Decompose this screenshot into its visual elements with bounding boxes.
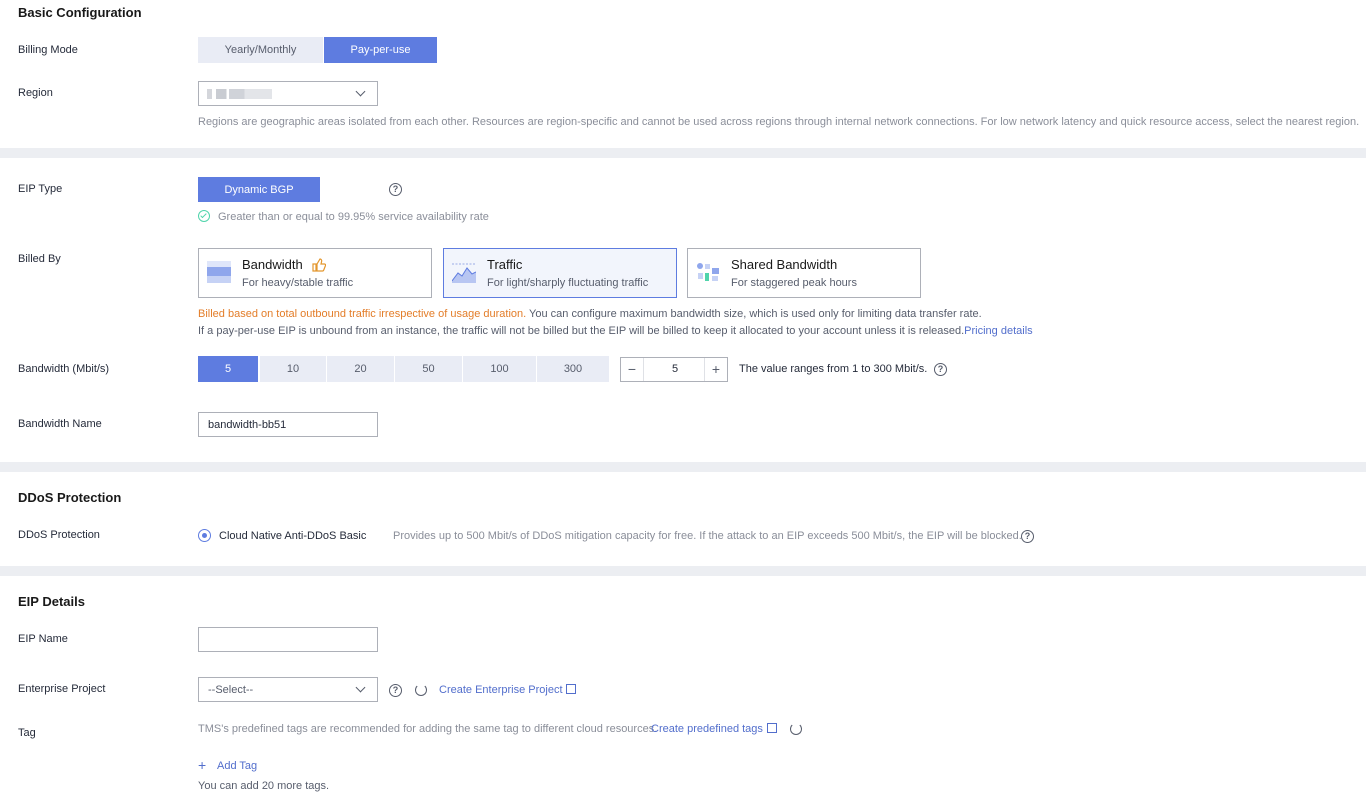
- ddos-protection-section: DDoS Protection DDoS Protection Cloud Na…: [0, 472, 1366, 566]
- bandwidth-stepper-input[interactable]: 5: [645, 358, 705, 381]
- card-title: Shared Bandwidth: [731, 257, 838, 272]
- bandwidth-name-label: Bandwidth Name: [18, 418, 102, 430]
- billed-by-shared-bandwidth-card[interactable]: Shared Bandwidth For staggered peak hour…: [687, 248, 921, 298]
- traffic-icon: [452, 263, 476, 283]
- bandwidth-option-5[interactable]: 5: [198, 356, 258, 382]
- help-icon[interactable]: ?: [934, 363, 947, 376]
- billed-by-bandwidth-card[interactable]: Bandwidth For heavy/stable traffic: [198, 248, 432, 298]
- card-subtitle: For heavy/stable traffic: [242, 277, 354, 289]
- eip-billing-section: EIP Type Dynamic BGP ? Greater than or e…: [0, 158, 1366, 462]
- bandwidth-option-300[interactable]: 300: [537, 356, 609, 382]
- enterprise-project-select[interactable]: --Select--: [198, 677, 378, 702]
- bandwidth-icon: [207, 261, 231, 283]
- card-subtitle: For staggered peak hours: [731, 277, 857, 289]
- chevron-down-icon: [355, 682, 366, 693]
- external-link-icon[interactable]: [566, 684, 576, 694]
- tags-remaining-text: You can add 20 more tags.: [198, 780, 330, 792]
- eip-type-label: EIP Type: [18, 183, 63, 195]
- help-icon[interactable]: ?: [389, 183, 402, 196]
- help-icon[interactable]: ?: [389, 684, 402, 697]
- billed-note-text: If a pay-per-use EIP is unbound from an …: [198, 325, 965, 337]
- create-predefined-tags-link[interactable]: Create predefined tags: [651, 723, 763, 735]
- help-icon[interactable]: ?: [1021, 530, 1034, 543]
- card-subtitle: For light/sharply fluctuating traffic: [487, 277, 649, 289]
- bandwidth-name-input[interactable]: bandwidth-bb51: [198, 412, 378, 437]
- billed-note-line1: Billed based on total outbound traffic i…: [198, 308, 982, 320]
- enterprise-project-placeholder: --Select--: [208, 683, 254, 696]
- eip-details-section: EIP Details EIP Name Enterprise Project …: [0, 576, 1366, 795]
- create-enterprise-project-link[interactable]: Create Enterprise Project: [439, 684, 563, 696]
- thumbs-up-icon: [312, 258, 326, 272]
- billing-yearly-monthly-button[interactable]: Yearly/Monthly: [198, 37, 323, 63]
- section-title: DDoS Protection: [18, 490, 122, 505]
- billing-mode-label: Billing Mode: [18, 44, 78, 56]
- billed-note-rest: You can configure maximum bandwidth size…: [526, 308, 982, 320]
- section-title: EIP Details: [18, 594, 85, 609]
- card-title: Traffic: [487, 257, 523, 272]
- billed-by-traffic-card[interactable]: Traffic For light/sharply fluctuating tr…: [443, 248, 677, 298]
- billing-pay-per-use-button[interactable]: Pay-per-use: [324, 37, 437, 63]
- bandwidth-option-100[interactable]: 100: [463, 356, 536, 382]
- bandwidth-option-50[interactable]: 50: [395, 356, 462, 382]
- billed-note-highlight: Billed based on total outbound traffic i…: [198, 308, 527, 320]
- bandwidth-option-10[interactable]: 10: [260, 356, 326, 382]
- add-tag-button[interactable]: Add Tag: [217, 760, 257, 772]
- check-circle-icon: [198, 210, 210, 222]
- card-title: Bandwidth: [242, 257, 303, 272]
- tag-hint: TMS's predefined tags are recommended fo…: [198, 723, 658, 735]
- pricing-details-link[interactable]: Pricing details: [964, 325, 1032, 337]
- plus-icon[interactable]: +: [198, 758, 206, 772]
- external-link-icon[interactable]: [767, 723, 777, 733]
- ddos-option-label[interactable]: Cloud Native Anti-DDoS Basic: [219, 530, 366, 542]
- section-title: Basic Configuration: [18, 5, 142, 20]
- eip-name-label: EIP Name: [18, 633, 68, 645]
- radio-selected-icon[interactable]: [198, 529, 211, 542]
- enterprise-project-label: Enterprise Project: [18, 683, 106, 695]
- basic-configuration-section: Basic Configuration Billing Mode Yearly/…: [0, 0, 1366, 148]
- region-select[interactable]: [198, 81, 378, 106]
- bandwidth-stepper: − 5 +: [620, 357, 728, 382]
- tag-label: Tag: [18, 727, 36, 739]
- bandwidth-name-value: bandwidth-bb51: [208, 418, 287, 431]
- shared-bandwidth-icon: [697, 263, 719, 281]
- chevron-down-icon: [355, 86, 366, 97]
- region-blurred-value: [207, 89, 272, 99]
- eip-name-input[interactable]: [198, 627, 378, 652]
- billed-by-label: Billed By: [18, 253, 61, 265]
- region-label: Region: [18, 87, 53, 99]
- bandwidth-range-text: The value ranges from 1 to 300 Mbit/s.: [739, 363, 928, 375]
- decrement-button[interactable]: −: [621, 358, 644, 381]
- bandwidth-label: Bandwidth (Mbit/s): [18, 363, 110, 375]
- ddos-label: DDoS Protection: [18, 529, 100, 541]
- billed-note-line2: If a pay-per-use EIP is unbound from an …: [198, 325, 1033, 337]
- region-hint: Regions are geographic areas isolated fr…: [198, 116, 1360, 128]
- eip-type-dynamic-bgp-button[interactable]: Dynamic BGP: [198, 177, 320, 202]
- increment-button[interactable]: +: [704, 358, 727, 381]
- ddos-description: Provides up to 500 Mbit/s of DDoS mitiga…: [393, 530, 1022, 542]
- refresh-icon[interactable]: [415, 684, 427, 696]
- refresh-icon[interactable]: [790, 723, 802, 735]
- bandwidth-option-20[interactable]: 20: [327, 356, 394, 382]
- availability-text: Greater than or equal to 99.95% service …: [218, 211, 489, 223]
